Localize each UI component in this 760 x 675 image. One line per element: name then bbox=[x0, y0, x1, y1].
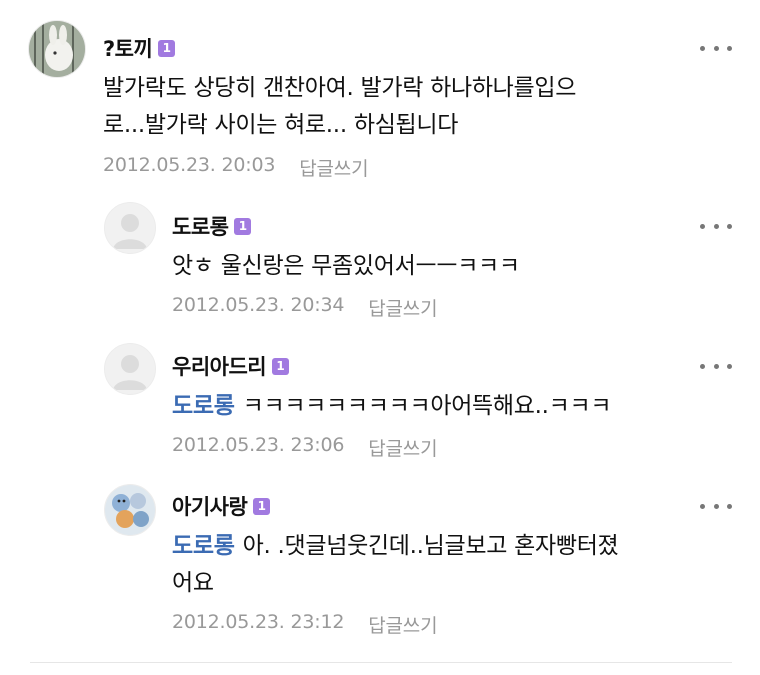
comment-text-body: ㅋㅋㅋㅋㅋㅋㅋㅋㅋ아어뜩해요..ㅋㅋㅋ bbox=[242, 393, 612, 419]
mention-link[interactable]: 도로롱 bbox=[172, 533, 235, 559]
comment-text: 앗ㅎ 울신랑은 무좀있어서ㅡㅡㅋㅋㅋ bbox=[172, 253, 520, 279]
user-avatar[interactable] bbox=[104, 202, 156, 254]
comment-text: 도로롱 아. .댓글넘웃긴데..님글보고 혼자빵터졌 어요 bbox=[172, 528, 619, 602]
member-level-badge: 1 bbox=[272, 357, 290, 375]
comment-date: 2012.05.23. 23:12 bbox=[172, 611, 345, 633]
comment-text: 도로롱 ㅋㅋㅋㅋㅋㅋㅋㅋㅋ아어뜩해요..ㅋㅋㅋ bbox=[172, 388, 612, 425]
more-options-icon[interactable] bbox=[700, 496, 732, 516]
more-options-icon[interactable] bbox=[700, 38, 732, 58]
reply-button[interactable]: 답글쓰기 bbox=[368, 434, 437, 461]
user-avatar[interactable] bbox=[104, 484, 156, 536]
mention-link[interactable]: 도로롱 bbox=[172, 393, 235, 419]
comment-author[interactable]: 도로롱 bbox=[172, 211, 229, 241]
comment-author[interactable]: ?토끼 bbox=[103, 33, 153, 63]
comment-text: 발가락도 상당히 갠찬아여. 발가락 하나하나를입으 로...발가락 사이는 혀… bbox=[103, 70, 576, 144]
comment-date: 2012.05.23. 20:03 bbox=[103, 154, 276, 176]
more-options-icon[interactable] bbox=[700, 356, 732, 376]
default-profile-avatar-icon bbox=[105, 203, 155, 253]
comment-date: 2012.05.23. 23:06 bbox=[172, 434, 345, 456]
divider bbox=[30, 662, 732, 663]
comment-text-line: 발가락도 상당히 갠찬아여. 발가락 하나하나를입으 bbox=[103, 75, 577, 101]
more-options-icon[interactable] bbox=[700, 216, 732, 236]
comment-text-line: 아. .댓글넘웃긴데..님글보고 혼자빵터졌 bbox=[242, 533, 619, 559]
comment-author[interactable]: 아기사랑 bbox=[172, 491, 248, 521]
reply-button[interactable]: 답글쓰기 bbox=[368, 294, 437, 321]
toys-photo-avatar-icon bbox=[105, 485, 155, 535]
comment-text-line: 로...발가락 사이는 혀로... 하심됩니다 bbox=[103, 112, 459, 138]
member-level-badge: 1 bbox=[234, 217, 252, 235]
default-profile-avatar-icon bbox=[105, 344, 155, 394]
rabbit-photo-avatar-icon bbox=[29, 21, 85, 77]
user-avatar[interactable] bbox=[104, 343, 156, 395]
member-level-badge: 1 bbox=[253, 497, 271, 515]
comment-author[interactable]: 우리아드리 bbox=[172, 351, 267, 381]
member-level-badge: 1 bbox=[158, 39, 176, 57]
reply-button[interactable]: 답글쓰기 bbox=[299, 154, 368, 181]
reply-button[interactable]: 답글쓰기 bbox=[368, 611, 437, 638]
comment-date: 2012.05.23. 20:34 bbox=[172, 294, 345, 316]
comment-text-line: 어요 bbox=[172, 570, 214, 596]
user-avatar[interactable] bbox=[28, 20, 86, 78]
